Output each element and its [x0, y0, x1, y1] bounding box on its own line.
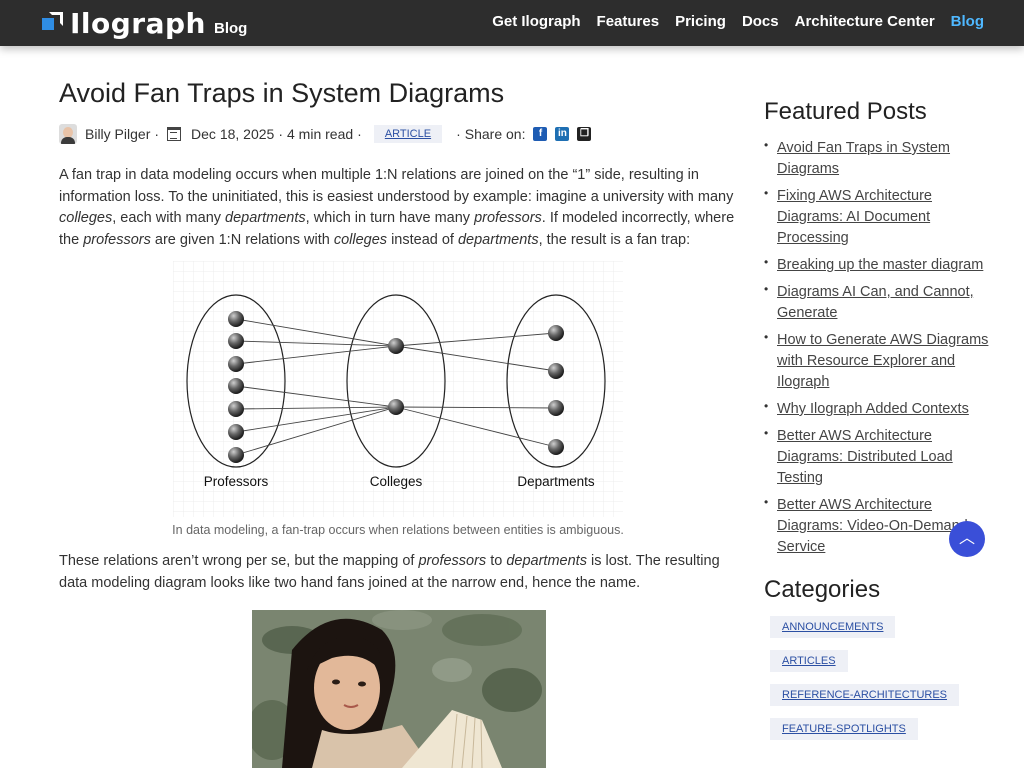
main-nav: Get Ilograph Features Pricing Docs Archi… [492, 13, 984, 30]
nav-link-get-ilograph[interactable]: Get Ilograph [492, 13, 580, 30]
arrow-up-icon: ︿ [958, 530, 975, 547]
featured-post-link[interactable]: Breaking up the master diagram [777, 257, 983, 273]
scroll-to-top-button[interactable]: ︿ [949, 521, 985, 557]
copy-icon[interactable]: ❐ [577, 127, 592, 141]
top-navbar: Ilograph Blog Get Ilograph Features Pric… [0, 0, 1024, 46]
featured-post-link[interactable]: Better AWS Architecture Diagrams: Distri… [777, 428, 953, 486]
logo-icon [42, 12, 64, 34]
second-paragraph: These relations aren’t wrong per se, but… [59, 553, 720, 591]
brand-name: Ilograph [70, 6, 206, 40]
category-announcements[interactable]: ANNOUNCEMENTS [770, 616, 896, 638]
category-list: ANNOUNCEMENTS ARTICLES REFERENCE-ARCHITE… [764, 604, 994, 740]
fan-painting-image [252, 610, 546, 768]
read-time: 4 min read [287, 126, 354, 142]
brand-logo-link[interactable]: Ilograph Blog [42, 6, 247, 40]
category-feature-spotlights[interactable]: FEATURE-SPOTLIGHTS [770, 718, 918, 740]
featured-post-link[interactable]: How to Generate AWS Diagrams with Resour… [777, 332, 988, 390]
featured-posts-heading: Featured Posts [764, 98, 927, 125]
figure-caption: In data modeling, a fan-trap occurs when… [172, 523, 624, 537]
author-name: Billy Pilger [85, 126, 151, 142]
list-item: Fixing AWS Architecture Diagrams: AI Doc… [764, 186, 994, 249]
nav-link-pricing[interactable]: Pricing [675, 13, 726, 30]
sidebar: Featured Posts Avoid Fan Traps in System… [764, 98, 994, 740]
list-item: Why Ilograph Added Contexts [764, 399, 994, 420]
article-title: Avoid Fan Traps in System Diagrams [59, 78, 505, 108]
featured-posts-list: Avoid Fan Traps in System Diagrams Fixin… [764, 138, 994, 558]
article-meta: Billy Pilger · Dec 18, 2025 · 4 min read… [59, 123, 743, 145]
category-reference-architectures[interactable]: REFERENCE-ARCHITECTURES [770, 684, 960, 706]
fan-trap-figure: Professors Colleges Departments In data … [172, 261, 624, 537]
article: Avoid Fan Traps in System Diagrams Billy… [59, 78, 743, 768]
fan-trap-diagram: Professors Colleges Departments [173, 261, 623, 517]
facebook-icon[interactable]: f [533, 127, 548, 141]
list-item: Diagrams AI Can, and Cannot, Generate [764, 282, 994, 324]
article-tag-link[interactable]: ARTICLE [373, 125, 443, 143]
intro-paragraph: A fan trap in data modeling occurs when … [59, 167, 735, 248]
list-item: How to Generate AWS Diagrams with Resour… [764, 330, 994, 393]
category-articles[interactable]: ARTICLES [770, 650, 848, 672]
categories-heading: Categories [764, 576, 881, 603]
post-date: Dec 18, 2025 [191, 126, 275, 142]
nav-link-blog[interactable]: Blog [951, 13, 984, 30]
featured-post-link[interactable]: Better AWS Architecture Diagrams: Video-… [777, 497, 968, 555]
share-label: Share on: [464, 126, 526, 142]
nav-link-features[interactable]: Features [597, 13, 660, 30]
author-avatar [59, 124, 77, 144]
figure-label-professors: Professors [204, 474, 269, 489]
nav-link-docs[interactable]: Docs [742, 13, 779, 30]
figure-label-colleges: Colleges [370, 474, 423, 489]
featured-post-link[interactable]: Avoid Fan Traps in System Diagrams [777, 140, 950, 177]
figure-label-departments: Departments [517, 474, 595, 489]
list-item: Breaking up the master diagram [764, 255, 994, 276]
linkedin-icon[interactable]: in [555, 127, 570, 141]
list-item: Avoid Fan Traps in System Diagrams [764, 138, 994, 180]
nav-link-architecture-center[interactable]: Architecture Center [795, 13, 935, 30]
featured-post-link[interactable]: Fixing AWS Architecture Diagrams: AI Doc… [777, 188, 932, 246]
brand-subtitle: Blog [213, 19, 248, 37]
featured-post-link[interactable]: Why Ilograph Added Contexts [777, 401, 969, 417]
calendar-icon [167, 127, 182, 141]
list-item: Better AWS Architecture Diagrams: Distri… [764, 426, 994, 489]
featured-post-link[interactable]: Diagrams AI Can, and Cannot, Generate [777, 284, 974, 321]
